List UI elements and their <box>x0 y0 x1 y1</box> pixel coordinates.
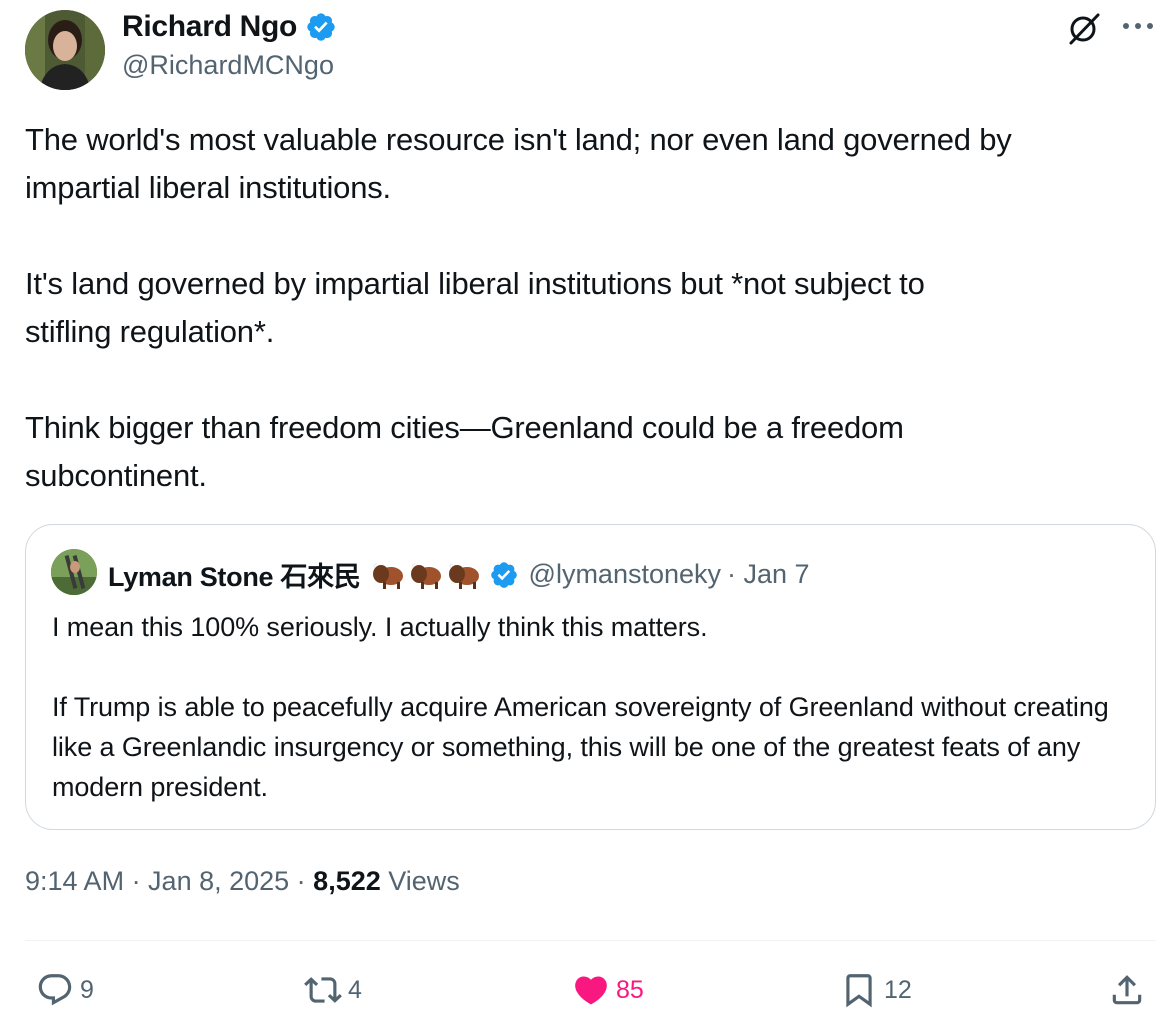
share-icon <box>1112 975 1142 1005</box>
heart-icon <box>575 976 607 1005</box>
quoted-author-name[interactable]: Lyman Stone 石來民 <box>108 555 361 594</box>
quoted-paragraph: If Trump is able to peacefully acquire A… <box>52 692 1109 802</box>
grok-icon[interactable] <box>1066 10 1102 46</box>
bookmark-button[interactable]: 12 <box>840 968 912 1012</box>
tweet-paragraph: Think bigger than freedom cities—Greenla… <box>25 410 904 493</box>
tweet-paragraph: The world's most valuable resource isn't… <box>25 122 1012 205</box>
more-icon[interactable] <box>1118 12 1158 40</box>
repost-button[interactable]: 4 <box>304 968 362 1012</box>
verified-badge-icon <box>490 561 517 588</box>
repost-count: 4 <box>348 975 362 1004</box>
bookmark-count: 12 <box>884 975 912 1004</box>
views-count: 8,522 <box>313 866 381 896</box>
author-avatar[interactable] <box>25 10 105 90</box>
author-name-text[interactable]: Richard Ngo <box>122 10 297 44</box>
tweet-text: The world's most valuable resource isn't… <box>25 116 1160 500</box>
quoted-header: Lyman Stone 石來民 @lymanstoneky · Jan 7 <box>108 555 810 594</box>
tweet-meta: 9:14 AM · Jan 8, 2025 · 8,522 Views <box>25 866 460 897</box>
bison-icon <box>448 562 479 589</box>
quoted-author-avatar <box>51 549 97 595</box>
share-button[interactable] <box>1108 968 1146 1012</box>
quoted-text: I mean this 100% seriously. I actually t… <box>52 607 1142 807</box>
bison-emoji-group <box>371 560 481 590</box>
reply-button[interactable]: 9 <box>36 968 94 1012</box>
bison-icon <box>372 562 403 589</box>
tweet-paragraph: It's land governed by impartial liberal … <box>25 266 925 349</box>
quoted-paragraph: I mean this 100% seriously. I actually t… <box>52 612 708 642</box>
like-count: 85 <box>616 975 644 1004</box>
quoted-tweet[interactable]: Lyman Stone 石來民 @lymanstoneky · Jan 7 I … <box>25 524 1156 830</box>
timestamp[interactable]: 9:14 AM · Jan 8, 2025 · <box>25 866 313 896</box>
quoted-date[interactable]: · Jan 7 <box>727 559 810 590</box>
repost-icon <box>304 977 342 1003</box>
quoted-author-handle[interactable]: @lymanstoneky <box>529 559 721 590</box>
reply-count: 9 <box>80 975 94 1004</box>
bookmark-icon <box>846 974 872 1008</box>
author-name[interactable]: Richard Ngo <box>122 10 337 44</box>
views-label: Views <box>388 866 460 896</box>
verified-badge-icon <box>307 13 335 41</box>
divider <box>25 940 1156 941</box>
bison-icon <box>410 562 441 589</box>
like-button[interactable]: 85 <box>572 968 644 1012</box>
author-handle[interactable]: @RichardMCNgo <box>122 50 334 81</box>
reply-icon <box>38 974 72 1006</box>
